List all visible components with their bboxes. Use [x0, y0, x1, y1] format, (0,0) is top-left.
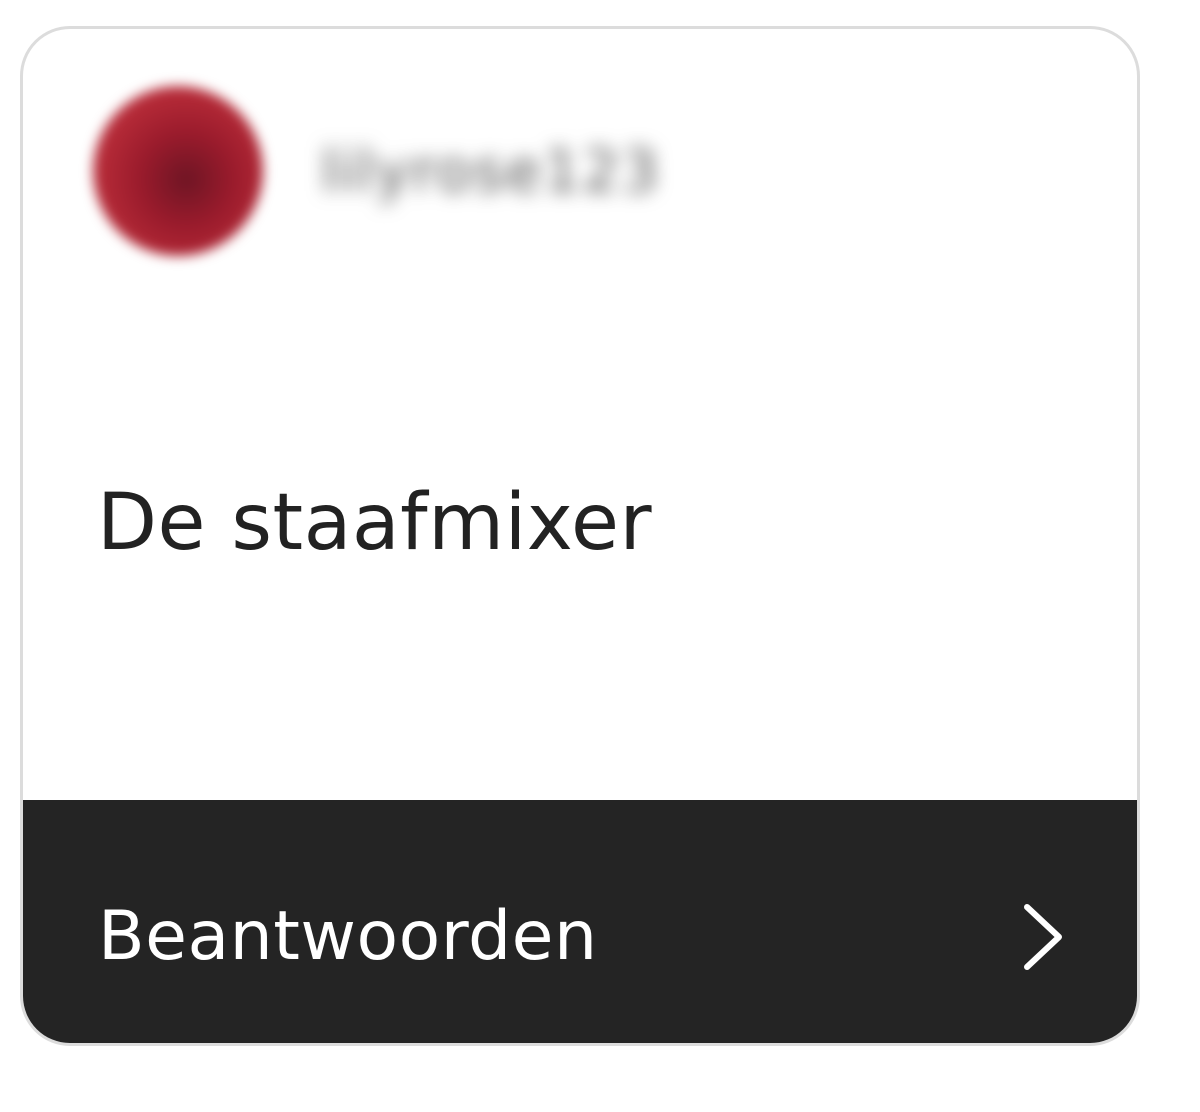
chevron-right-icon: [1024, 903, 1062, 970]
username[interactable]: lilyrose123: [321, 137, 660, 205]
question-card[interactable]: lilyrose123 De staafmixer Beantwoorden: [20, 26, 1140, 1046]
question-text: De staafmixer: [97, 478, 653, 568]
card-header: lilyrose123: [93, 81, 660, 261]
answer-button[interactable]: Beantwoorden: [23, 800, 1137, 1043]
answer-button-label: Beantwoorden: [98, 897, 598, 976]
avatar[interactable]: [93, 86, 263, 256]
